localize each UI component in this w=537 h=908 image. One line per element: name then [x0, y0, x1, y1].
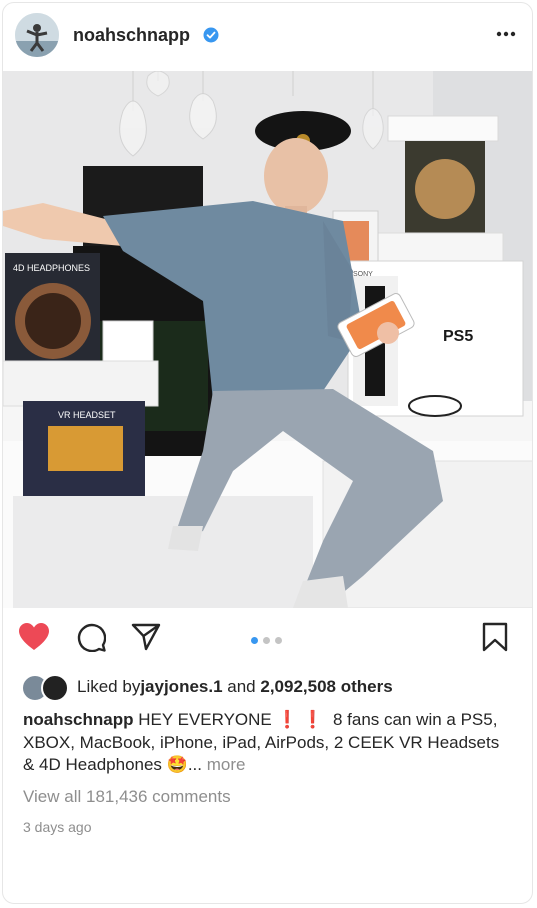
post-photo[interactable]: 4D HEADPHONES VR HEADSET SONY PS5 [3, 71, 532, 608]
likes-middle: and [222, 677, 261, 696]
carousel-dot-3 [275, 637, 282, 644]
avatar [41, 674, 69, 702]
heart-filled-icon [18, 622, 50, 657]
more-horizontal-icon [496, 24, 516, 42]
carousel-indicator [251, 637, 282, 644]
save-button[interactable] [478, 622, 512, 656]
likes-row: Liked by jayjones.1 and 2,092,508 others [21, 673, 393, 702]
verified-badge-icon [203, 27, 219, 43]
carousel-dot-2 [263, 637, 270, 644]
post-header: noahschnapp [3, 3, 532, 71]
carousel-dot-1 [251, 637, 258, 644]
sony-label: SONY [353, 271, 373, 278]
caption: noahschnapp HEY EVERYONE ❗ ❗ 8 fans can … [23, 709, 515, 777]
action-bar [3, 608, 532, 670]
like-button[interactable] [17, 622, 51, 656]
avatar[interactable] [15, 13, 59, 57]
caption-ellipsis: ... [187, 755, 207, 774]
liker-avatars [21, 674, 71, 702]
likes-prefix: Liked by [77, 677, 141, 696]
share-icon [131, 623, 161, 656]
bookmark-icon [482, 622, 508, 657]
post-card: noahschnapp 4D HEADPHONES VR HEADSET SON… [2, 2, 533, 904]
first-liker-link[interactable]: jayjones.1 [140, 677, 222, 697]
share-button[interactable] [129, 622, 163, 656]
likes-count-link[interactable]: 2,092,508 others [260, 677, 392, 697]
ps5-label: PS5 [443, 328, 473, 345]
comment-button[interactable] [74, 622, 108, 656]
caption-username[interactable]: noahschnapp [23, 710, 134, 729]
caption-more-link[interactable]: more [207, 755, 246, 774]
headphones-box-label: 4D HEADPHONES [13, 263, 90, 273]
post-username[interactable]: noahschnapp [73, 25, 190, 46]
more-options-button[interactable] [494, 21, 518, 45]
comment-icon [76, 622, 107, 657]
post-timestamp: 3 days ago [23, 819, 92, 835]
vr-box-label: VR HEADSET [58, 410, 116, 420]
view-all-comments-link[interactable]: View all 181,436 comments [23, 787, 231, 807]
